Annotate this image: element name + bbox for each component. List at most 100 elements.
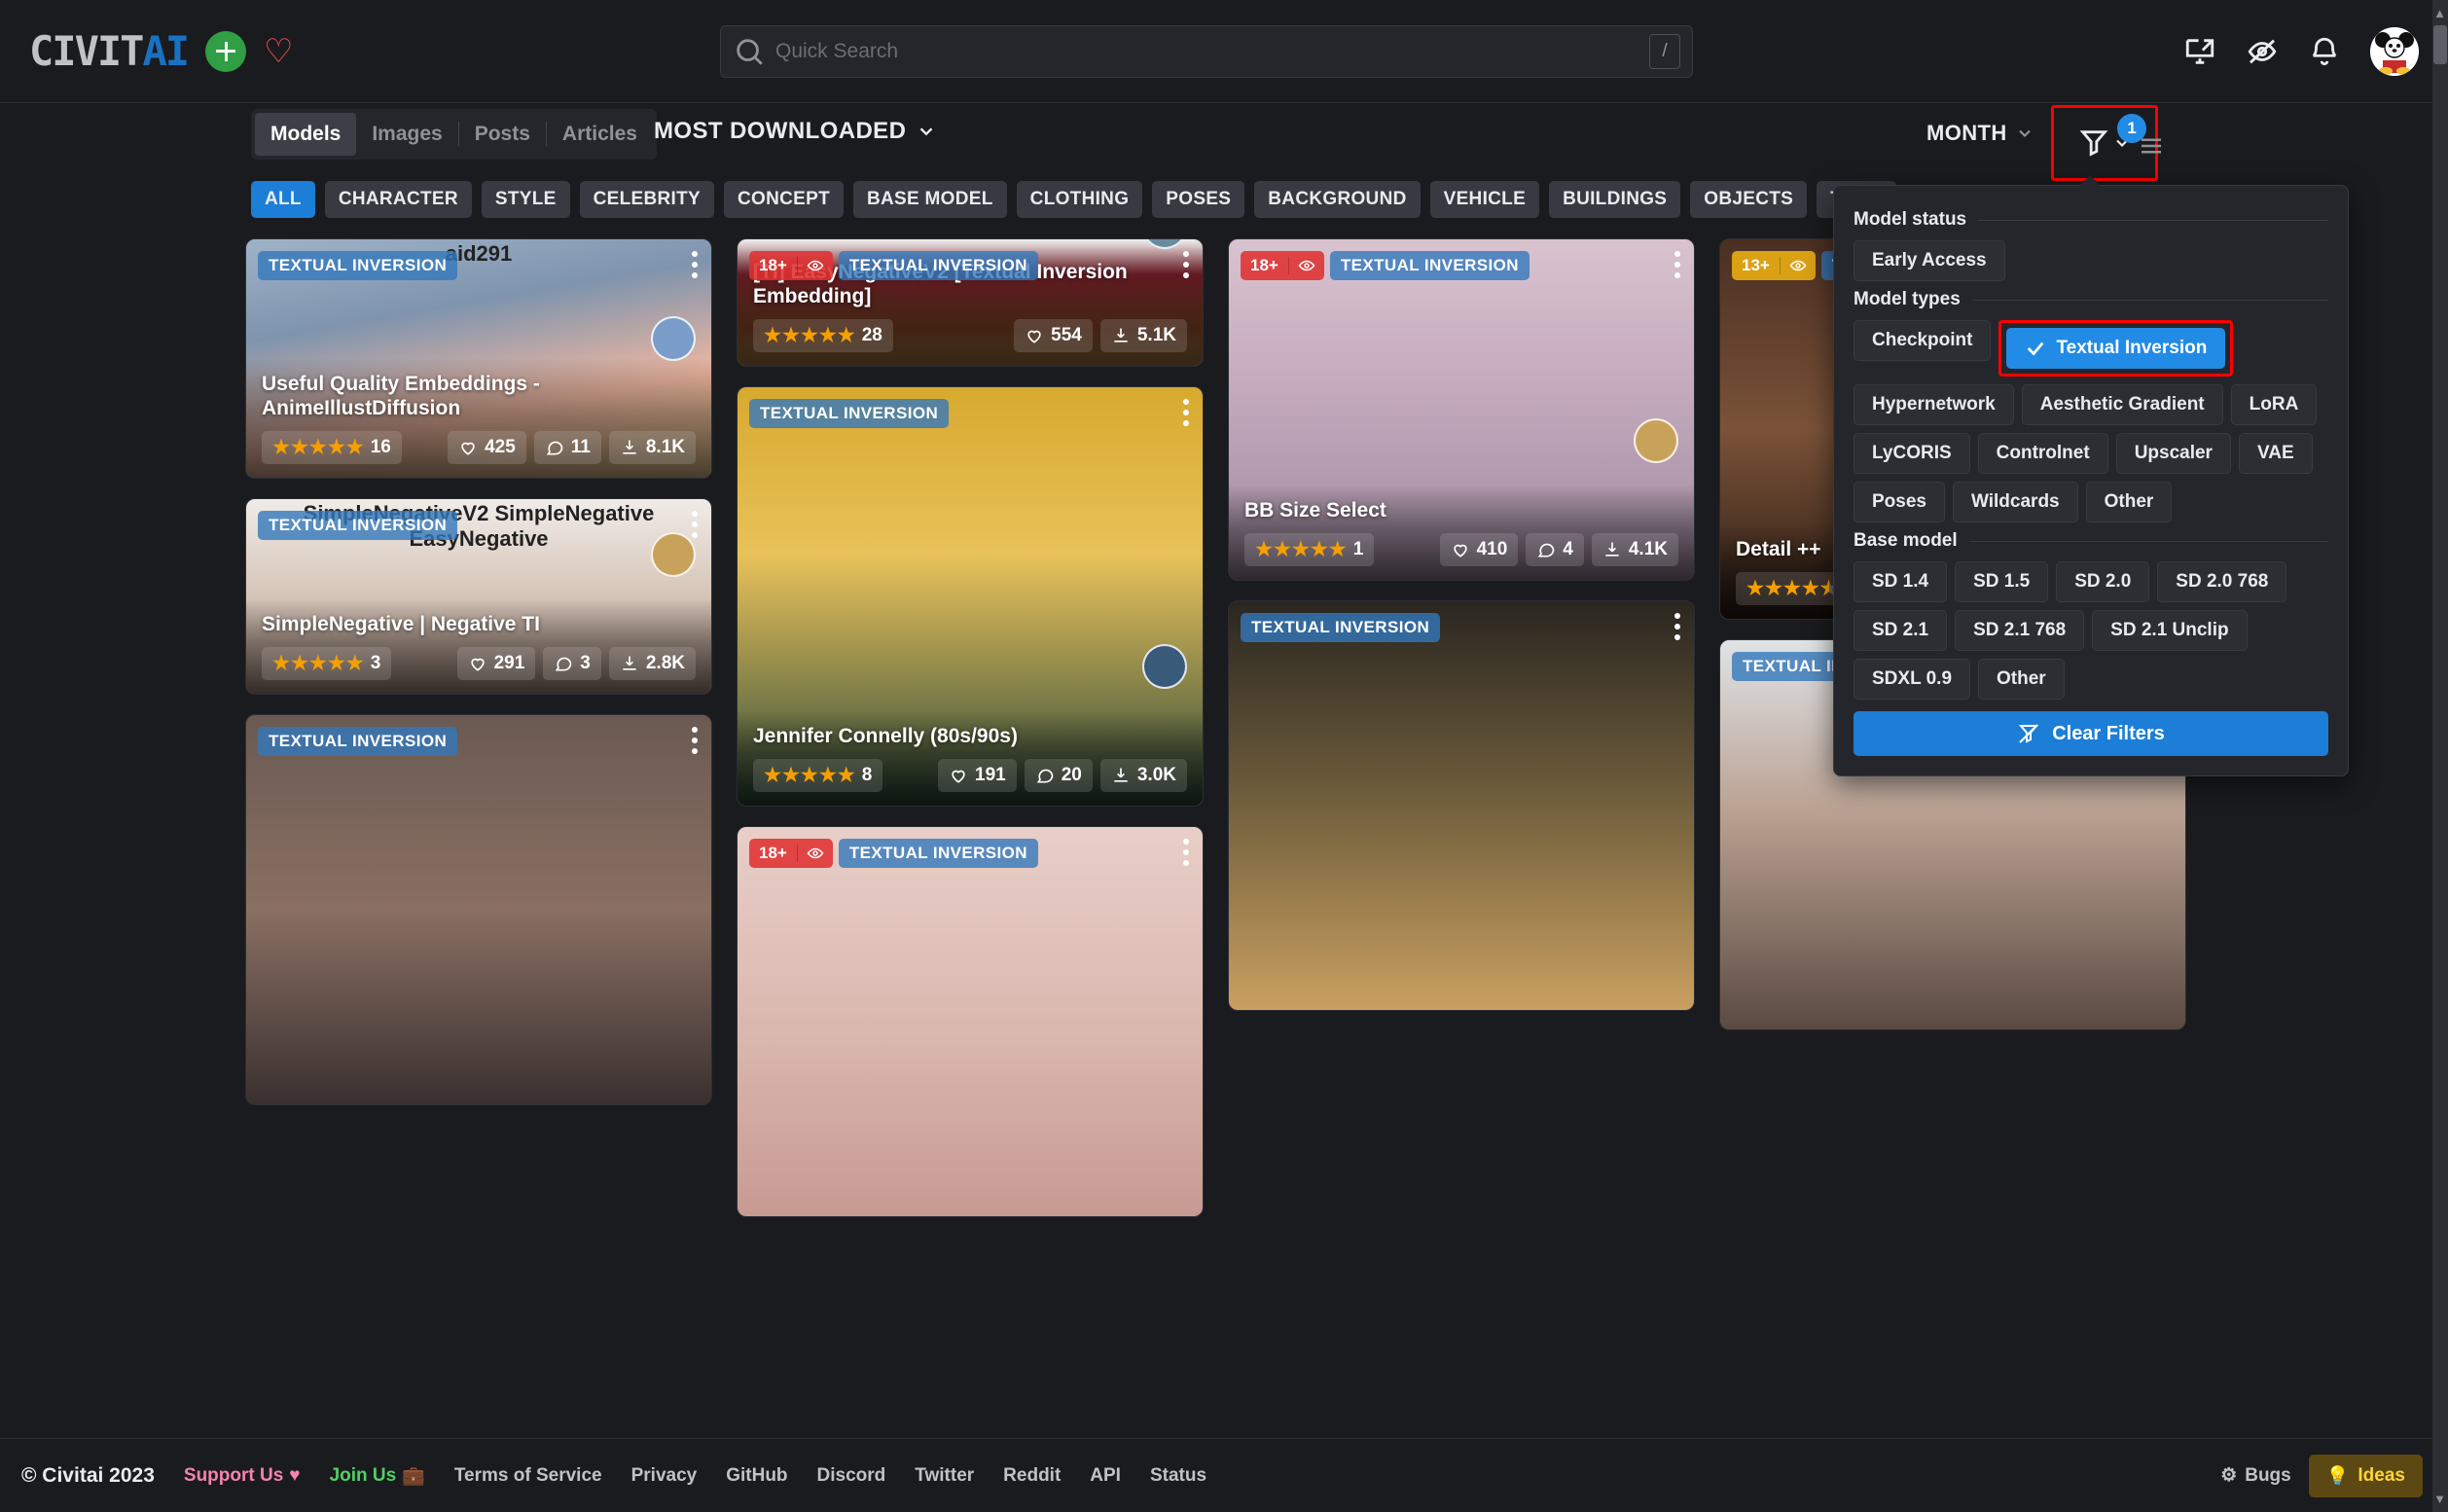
filter-chip-lora[interactable]: LoRA (2230, 384, 2318, 425)
filter-chip-poses[interactable]: Poses (1854, 482, 1945, 522)
model-card[interactable]: SimpleNegativeV2 SimpleNegative EasyNega… (245, 498, 712, 695)
card-menu-button[interactable] (1183, 839, 1189, 866)
model-card[interactable]: 18+ TEXTUAL INVERSION (737, 826, 1204, 1217)
filter-chip-early-access[interactable]: Early Access (1854, 240, 2005, 281)
download-chip[interactable]: 3.0K (1099, 759, 1187, 792)
category-pill-background[interactable]: BACKGROUND (1254, 181, 1421, 218)
model-card[interactable]: 18+ TEXTUAL INVERSION BB Size Select ★ ★ ★ ★ ★ 1… (1228, 238, 1695, 581)
filter-chip-wildcards[interactable]: Wildcards (1952, 482, 2078, 522)
card-menu-button[interactable] (1674, 251, 1680, 278)
filter-chip-sd-2-0[interactable]: SD 2.0 (2056, 561, 2150, 602)
filter-chip-aesthetic-gradient[interactable]: Aesthetic Gradient (2021, 384, 2223, 425)
scroll-down-arrow[interactable]: ▼ (2433, 1492, 2446, 1506)
eye-icon[interactable] (796, 845, 833, 862)
footer-link-privacy[interactable]: Privacy (631, 1465, 698, 1487)
heart-chip[interactable]: 554 (1014, 319, 1093, 352)
filter-chip-sd-2-1[interactable]: SD 2.1 (1854, 610, 1948, 651)
category-pill-all[interactable]: ALL (251, 181, 315, 218)
card-menu-button[interactable] (1674, 613, 1680, 640)
comment-chip[interactable]: 3 (543, 647, 601, 680)
filter-chip-controlnet[interactable]: Controlnet (1977, 433, 2108, 474)
category-pill-base-model[interactable]: BASE MODEL (852, 181, 1007, 218)
category-pill-clothing[interactable]: CLOTHING (1016, 181, 1143, 218)
category-pill-concept[interactable]: CONCEPT (723, 181, 844, 218)
filter-chip-sd-1-4[interactable]: SD 1.4 (1854, 561, 1948, 602)
model-card[interactable]: TEXTUAL INVERSION (1228, 600, 1695, 1011)
filter-chip-checkpoint[interactable]: Checkpoint (1854, 320, 1992, 361)
heart-chip[interactable]: 410 (1439, 533, 1519, 566)
comment-chip[interactable]: 11 (533, 431, 601, 464)
card-menu-button[interactable] (692, 511, 698, 538)
filter-chip-vae[interactable]: VAE (2238, 433, 2313, 474)
civitai-logo[interactable]: CIVIT AI (29, 27, 190, 75)
footer-link-api[interactable]: API (1090, 1465, 1121, 1487)
download-chip[interactable]: 5.1K (1099, 319, 1187, 352)
search-bar[interactable]: / (720, 25, 1693, 78)
footer-link-discord[interactable]: Discord (817, 1465, 886, 1487)
heart-icon[interactable]: ♡ (264, 35, 293, 68)
nsfw-badge[interactable]: 13+ (1732, 251, 1816, 280)
filter-chip-sd-1-5[interactable]: SD 1.5 (1955, 561, 2049, 602)
card-menu-button[interactable] (1183, 399, 1189, 426)
download-chip[interactable]: 4.1K (1591, 533, 1678, 566)
nsfw-badge[interactable]: 18+ (749, 839, 833, 868)
creator-avatar[interactable] (1142, 644, 1187, 689)
footer-link-github[interactable]: GitHub (726, 1465, 787, 1487)
tab-images[interactable]: Images (356, 113, 457, 156)
filter-chip-sd-2-1-unclip[interactable]: SD 2.1 Unclip (2092, 610, 2248, 651)
category-pill-celebrity[interactable]: CELEBRITY (579, 181, 714, 218)
filter-chip-lycoris[interactable]: LyCORIS (1854, 433, 1970, 474)
search-input[interactable] (775, 40, 1649, 63)
model-card[interactable]: TEXTUAL INVERSION Jennifer Connelly (80s/… (737, 386, 1204, 807)
creator-avatar[interactable] (651, 316, 696, 361)
creator-avatar[interactable] (651, 532, 696, 577)
add-model-button[interactable] (205, 30, 247, 72)
card-menu-button[interactable] (1183, 251, 1189, 278)
footer-link-support-us[interactable]: Support Us ♥ (184, 1465, 301, 1487)
footer-link-status[interactable]: Status (1150, 1465, 1206, 1487)
filter-chip-sd-2-0-768[interactable]: SD 2.0 768 (2157, 561, 2287, 602)
card-menu-button[interactable] (692, 251, 698, 278)
period-dropdown[interactable]: MONTH (1926, 121, 2034, 146)
category-pill-character[interactable]: CHARACTER (324, 181, 472, 218)
bugs-button[interactable]: ⚙ Bugs (2220, 1464, 2291, 1487)
layout-toggle-button[interactable] (2136, 131, 2167, 165)
eye-icon[interactable] (796, 257, 833, 274)
download-chip[interactable]: 2.8K (608, 647, 696, 680)
filter-chip-sdxl-0-9[interactable]: SDXL 0.9 (1854, 659, 1971, 700)
scroll-up-arrow[interactable]: ▲ (2433, 6, 2446, 20)
heart-chip[interactable]: 291 (456, 647, 536, 680)
sort-dropdown[interactable]: MOST DOWNLOADED (654, 118, 937, 145)
filter-chip-sd-2-1-768[interactable]: SD 2.1 768 (1955, 610, 2085, 651)
filter-chip-other[interactable]: Other (1978, 659, 2065, 700)
model-card[interactable]: 18+TEXTUAL INVERSION[TI] EasyNegativeV2 … (737, 238, 1204, 367)
footer-link-reddit[interactable]: Reddit (1003, 1465, 1061, 1487)
eye-icon[interactable] (1287, 257, 1324, 274)
footer-link-twitter[interactable]: Twitter (915, 1465, 974, 1487)
nsfw-badge[interactable]: 18+ (1241, 251, 1324, 280)
model-card[interactable]: aid291 TEXTUAL INVERSION Useful Quality Em… (245, 238, 712, 479)
filter-chip-hypernetwork[interactable]: Hypernetwork (1854, 384, 2014, 425)
card-menu-button[interactable] (692, 727, 698, 754)
scrollbar-thumb[interactable] (2433, 25, 2447, 64)
ideas-button[interactable]: 💡 Ideas (2308, 1454, 2423, 1497)
screen-share-icon[interactable] (2183, 35, 2216, 68)
model-card[interactable]: TEXTUAL INVERSION (245, 714, 712, 1105)
heart-chip[interactable]: 191 (938, 759, 1017, 792)
eye-off-icon[interactable] (2246, 35, 2279, 68)
footer-link-join-us[interactable]: Join Us 💼 (330, 1464, 425, 1488)
creator-avatar[interactable] (1634, 418, 1678, 463)
category-pill-vehicle[interactable]: VEHICLE (1429, 181, 1540, 218)
avatar[interactable] (2370, 27, 2419, 76)
tab-articles[interactable]: Articles (547, 113, 653, 156)
heart-chip[interactable]: 425 (448, 431, 526, 464)
category-pill-objects[interactable]: OBJECTS (1690, 181, 1808, 218)
tab-posts[interactable]: Posts (459, 113, 546, 156)
category-pill-style[interactable]: STYLE (481, 181, 570, 218)
page-scrollbar[interactable]: ▲ ▼ (2432, 0, 2448, 1512)
comment-chip[interactable]: 20 (1024, 759, 1093, 792)
download-chip[interactable]: 8.1K (608, 431, 696, 464)
filter-chip-upscaler[interactable]: Upscaler (2115, 433, 2231, 474)
clear-filters-button[interactable]: Clear Filters (1854, 711, 2328, 756)
tab-models[interactable]: Models (255, 113, 357, 156)
